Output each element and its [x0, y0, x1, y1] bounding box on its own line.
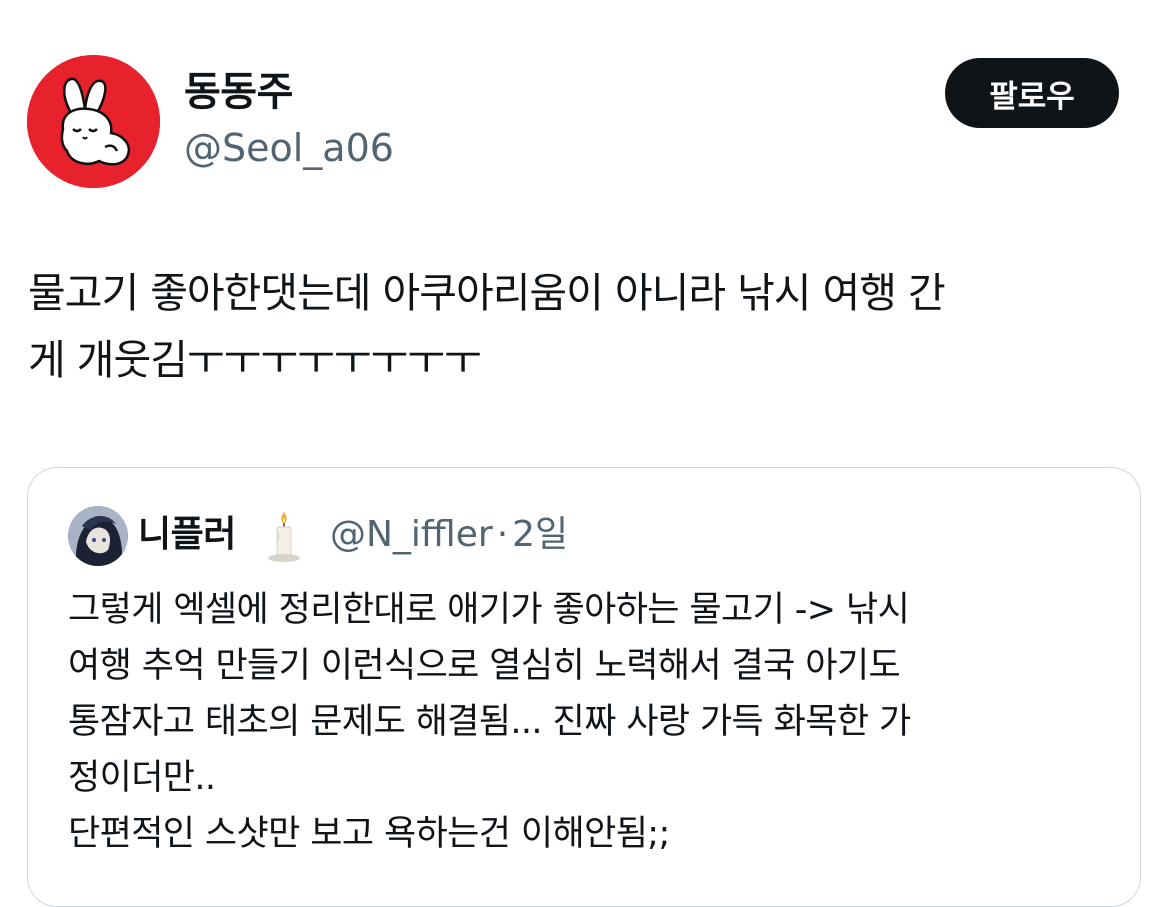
quoted-author-meta: @N_iffler · 2일 [330, 512, 568, 558]
meta-separator: · [496, 514, 509, 555]
tweet-text: 물고기 좋아한댓는데 아쿠아리움이 아니라 낚시 여행 간 게 개웃김ㅜㅜㅜㅜㅜ… [28, 260, 1138, 394]
quoted-tweet-time: 2일 [512, 514, 569, 555]
author-avatar[interactable] [27, 55, 160, 188]
tweet-text-line: 게 개웃김ㅜㅜㅜㅜㅜㅜㅜㅜ [28, 336, 482, 384]
author-display-name[interactable]: 동동주 [184, 66, 293, 118]
quoted-text-line: 단편적인 스샷만 보고 욕하는건 이해안됨;; [68, 814, 670, 854]
quoted-author-avatar [68, 506, 128, 566]
quoted-text-line: 여행 추억 만들기 이런식으로 열심히 노력해서 결국 아기도 [68, 646, 901, 686]
rabbit-avatar-image [27, 55, 160, 188]
follow-button[interactable]: 팔로우 [945, 58, 1119, 128]
author-handle[interactable]: @Seol_a06 [184, 124, 394, 172]
quoted-tweet[interactable]: 니플러 @N_iffler · 2일 그렇게 엑셀에 정리한대로 애기가 좋아하는 … [27, 467, 1141, 907]
quoted-text-line: 정이더만.. [68, 758, 216, 798]
tweet: 동동주 @Seol_a06 팔로우 물고기 좋아한댓는데 아쿠아리움이 아니라 … [0, 0, 1170, 907]
quoted-author-handle: @N_iffler [330, 514, 493, 555]
anime-avatar-image [68, 506, 128, 566]
quoted-tweet-text: 그렇게 엑셀에 정리한대로 애기가 좋아하는 물고기 -> 낚시 여행 추억 만… [68, 582, 1128, 862]
quoted-author-display-name: 니플러 [138, 514, 236, 555]
quoted-text-line: 그렇게 엑셀에 정리한대로 애기가 좋아하는 물고기 -> 낚시 [68, 590, 910, 630]
candle-icon [268, 512, 300, 562]
quoted-text-line: 통잠자고 태초의 문제도 해결됨... 진짜 사랑 가득 화목한 가 [68, 702, 911, 742]
tweet-text-line: 물고기 좋아한댓는데 아쿠아리움이 아니라 낚시 여행 간 [28, 269, 946, 317]
